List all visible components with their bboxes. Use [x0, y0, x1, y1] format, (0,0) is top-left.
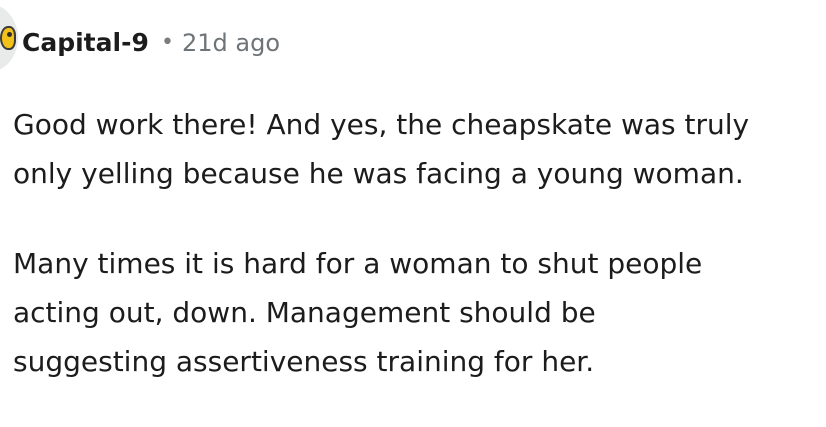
comment-paragraph: Many times it is hard for a woman to shu… — [13, 239, 823, 386]
comment-text-line: acting out, down. Management should be — [13, 296, 596, 329]
comment-paragraph: Good work there! And yes, the cheapskate… — [13, 100, 823, 198]
comment: Capital-9 • 21d ago Good work there! And… — [0, 0, 826, 411]
comment-text-line: only yelling because he was facing a you… — [13, 157, 744, 190]
comment-body: Good work there! And yes, the cheapskate… — [13, 100, 823, 427]
avatar-eye — [7, 32, 12, 37]
user-avatar-icon[interactable] — [0, 4, 18, 72]
comment-text-line: Many times it is hard for a woman to shu… — [13, 247, 703, 280]
comment-timestamp[interactable]: 21d ago — [182, 27, 280, 59]
comment-author[interactable]: Capital-9 — [22, 27, 149, 59]
avatar-face — [0, 26, 16, 50]
meta-separator: • — [161, 30, 174, 55]
comment-text-line: Good work there! And yes, the cheapskate… — [13, 108, 750, 141]
comment-text-line: suggesting assertiveness training for he… — [13, 345, 595, 378]
